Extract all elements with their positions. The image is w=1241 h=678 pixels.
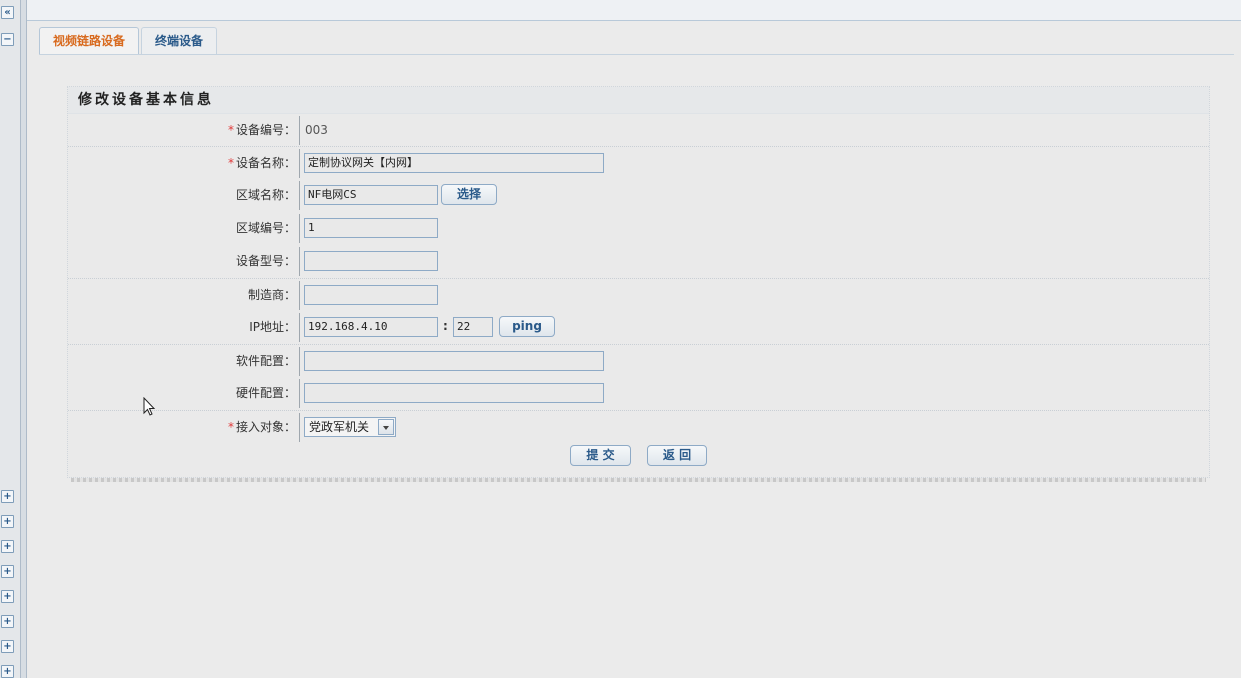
software-label: 软件配置： — [235, 354, 296, 368]
form-row-ip: IP地址： 192.168.4.10 : 22 ping — [68, 311, 1209, 344]
expand-node-icon[interactable]: + — [1, 540, 14, 553]
form-row-area-no: 区域编号： 1 — [68, 212, 1209, 245]
access-target-value: 党政军机关 — [309, 420, 370, 434]
mouse-pointer-icon — [143, 397, 156, 416]
device-name-input[interactable]: 定制协议网关【内网】 — [304, 153, 604, 173]
back-button[interactable]: 返 回 — [647, 445, 707, 466]
device-model-label: 设备型号： — [235, 254, 296, 268]
form-row-device-model: 设备型号： — [68, 245, 1209, 278]
form-row-software: 软件配置： — [68, 344, 1209, 378]
divider — [299, 181, 300, 210]
tab-terminal-device[interactable]: 终端设备 — [141, 27, 218, 54]
expand-node-icon[interactable]: + — [1, 665, 14, 678]
main-content: 视频链路设备 终端设备 修改设备基本信息 * 设备编号： 003 * 设备名称： 定… — [27, 21, 1241, 678]
manufacturer-label: 制造商： — [247, 288, 296, 302]
device-model-input[interactable] — [304, 251, 438, 271]
device-no-value: 003 — [305, 123, 328, 137]
select-area-button[interactable]: 选择 — [441, 184, 497, 205]
form-row-access-target: * 接入对象： 党政军机关 — [68, 410, 1209, 444]
form-row-device-no: * 设备编号： 003 — [68, 114, 1209, 147]
expand-sidebar-icon[interactable]: « — [1, 6, 14, 19]
expand-node-icon[interactable]: + — [1, 515, 14, 528]
area-no-input[interactable]: 1 — [304, 218, 438, 238]
divider — [299, 214, 300, 243]
area-name-label: 区域名称： — [235, 188, 296, 202]
ip-label: IP地址： — [249, 320, 296, 334]
tab-underline — [39, 54, 1234, 55]
expand-node-icon[interactable]: + — [1, 490, 14, 503]
access-target-select[interactable]: 党政军机关 — [304, 417, 396, 437]
divider — [299, 149, 300, 178]
software-input[interactable] — [304, 351, 604, 371]
ping-button[interactable]: ping — [499, 316, 555, 337]
expand-node-icon[interactable]: + — [1, 565, 14, 578]
expand-node-icon[interactable]: + — [1, 590, 14, 603]
divider — [299, 247, 300, 276]
panel-title: 修改设备基本信息 — [68, 87, 1209, 114]
expand-node-icon[interactable]: + — [1, 640, 14, 653]
form-row-hardware: 硬件配置： — [68, 377, 1209, 410]
divider — [299, 313, 300, 342]
tab-bar: 视频链路设备 终端设备 — [39, 27, 219, 55]
divider — [299, 281, 300, 310]
required-mark: * — [227, 420, 234, 434]
manufacturer-input[interactable] — [304, 285, 438, 305]
port-input[interactable]: 22 — [453, 317, 493, 337]
divider — [299, 116, 300, 145]
form-row-area-name: 区域名称： NF电网CS 选择 — [68, 179, 1209, 212]
top-bar — [27, 0, 1241, 21]
chevron-down-icon[interactable] — [378, 419, 394, 435]
expand-node-icon[interactable]: + — [1, 615, 14, 628]
left-sidebar: « − + + + + + + + + — [0, 0, 21, 678]
panel-bottom-edge — [71, 478, 1206, 482]
tab-video-link-device[interactable]: 视频链路设备 — [39, 27, 140, 54]
device-no-label: * 设备编号： — [227, 123, 296, 137]
device-name-label: * 设备名称： — [227, 156, 296, 170]
port-separator: : — [443, 319, 448, 333]
collapse-node-icon[interactable]: − — [1, 33, 14, 46]
divider — [299, 347, 300, 376]
divider — [299, 379, 300, 408]
ip-input[interactable]: 192.168.4.10 — [304, 317, 438, 337]
required-mark: * — [227, 123, 234, 137]
edit-device-panel: 修改设备基本信息 * 设备编号： 003 * 设备名称： 定制协议网关【内网】 区域… — [67, 86, 1210, 478]
hardware-label: 硬件配置： — [235, 386, 296, 400]
required-mark: * — [227, 156, 234, 170]
hardware-input[interactable] — [304, 383, 604, 403]
area-no-label: 区域编号： — [235, 221, 296, 235]
submit-button[interactable]: 提 交 — [570, 445, 631, 466]
form-row-manufacturer: 制造商： — [68, 278, 1209, 312]
access-target-label: * 接入对象： — [227, 420, 296, 434]
form-row-device-name: * 设备名称： 定制协议网关【内网】 — [68, 146, 1209, 180]
area-name-input[interactable]: NF电网CS — [304, 185, 438, 205]
divider — [299, 413, 300, 442]
